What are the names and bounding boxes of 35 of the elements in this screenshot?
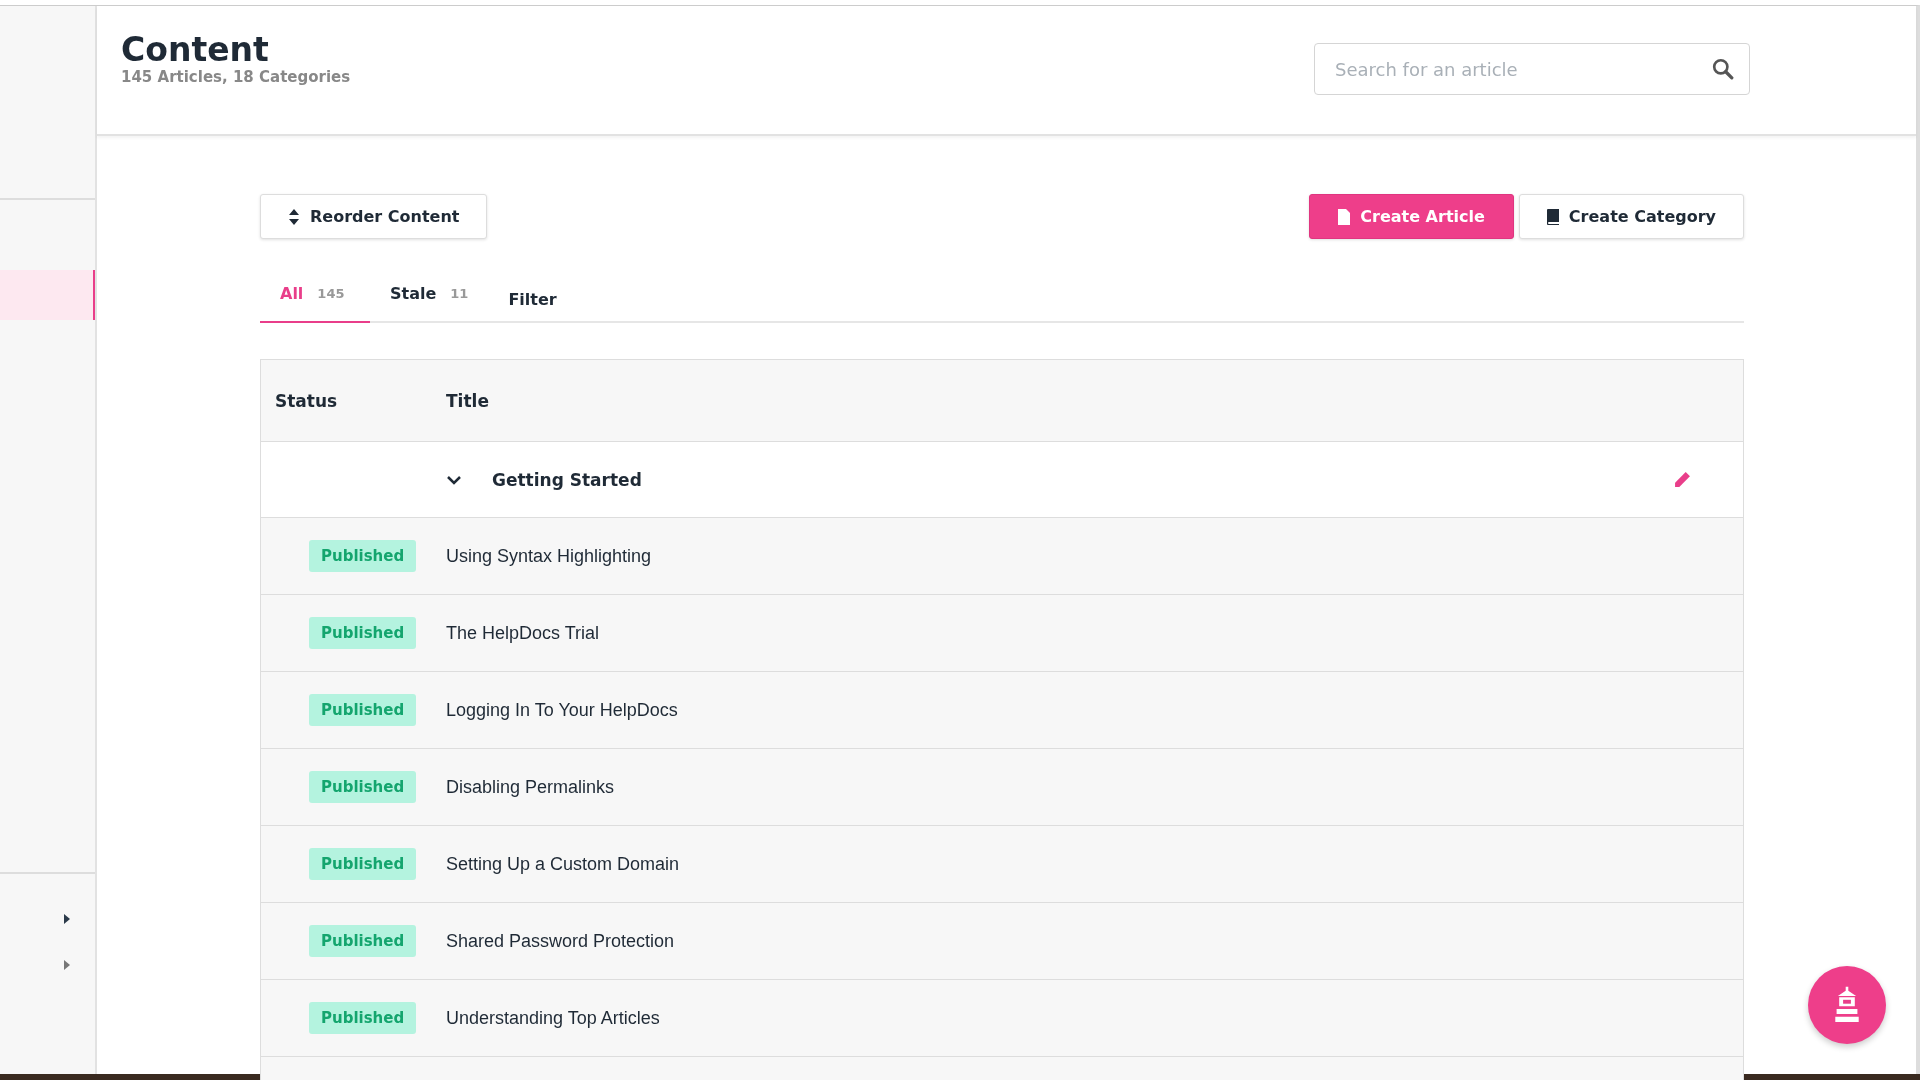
status-badge: Published	[309, 694, 417, 726]
book-icon	[1546, 208, 1559, 225]
article-title[interactable]: Understanding Top Articles	[446, 1007, 660, 1029]
status-badge: Published	[309, 540, 417, 572]
status-badge: Published	[309, 771, 417, 803]
column-header: Title	[446, 390, 489, 411]
search-icon	[1712, 58, 1734, 80]
filter-link[interactable]: Filter	[488, 269, 577, 321]
page-title: Content	[121, 32, 270, 69]
page-subtitle: 145 Articles, 18 Categories	[121, 68, 351, 87]
article-title[interactable]: The HelpDocs Trial	[446, 622, 600, 644]
article-title[interactable]: Using Syntax Highlighting	[446, 545, 652, 567]
document-icon	[1338, 208, 1351, 225]
status-badge: Published	[309, 617, 417, 649]
article-title[interactable]: Logging In To Your HelpDocs	[446, 699, 678, 721]
help-button[interactable]	[1808, 966, 1886, 1044]
status-badge: Published	[309, 925, 417, 957]
reorder-content-button[interactable]: Reorder Content	[260, 194, 488, 239]
tab[interactable]: All 145	[260, 265, 370, 323]
caret-right-icon[interactable]	[64, 914, 70, 924]
sidebar-item[interactable]	[0, 270, 95, 320]
search-field[interactable]: Search for an article	[1314, 43, 1750, 95]
article-title[interactable]: Shared Password Protection	[446, 930, 675, 952]
category-title[interactable]: Getting Started	[492, 469, 642, 490]
tab[interactable]: Stale 11	[370, 265, 489, 323]
status-badge: Published	[309, 848, 417, 880]
create-article-button[interactable]: Create Article	[1309, 194, 1514, 239]
sort-icon	[288, 208, 300, 225]
article-title[interactable]: Disabling Permalinks	[446, 776, 615, 798]
chevron-icon[interactable]	[446, 474, 462, 485]
status-badge: Published	[309, 1002, 417, 1034]
create-category-button[interactable]: Create Category	[1518, 194, 1744, 239]
column-header: Status	[275, 390, 338, 411]
article-title[interactable]: Setting Up a Custom Domain	[446, 853, 680, 875]
pencil-icon[interactable]	[1674, 471, 1691, 488]
